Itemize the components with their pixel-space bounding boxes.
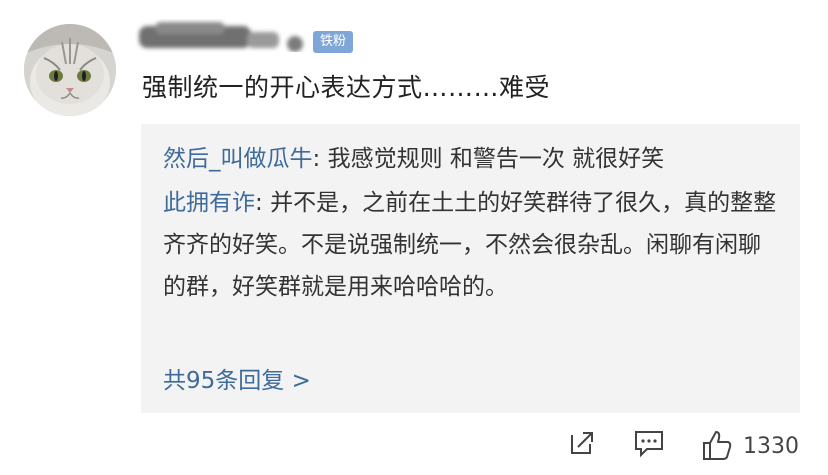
like-count: 1330: [743, 434, 799, 459]
reply-text: 我感觉规则 和警告一次 就很好笑: [327, 146, 665, 172]
username-redacted[interactable]: [135, 18, 315, 52]
redacted-scribble: [139, 22, 303, 52]
comment-text: 强制统一的开心表达方式………难受: [142, 73, 551, 102]
reply-item: 然后_叫做瓜牛: 我感觉规则 和警告一次 就很好笑: [163, 138, 783, 180]
action-bar: 1330: [0, 428, 828, 468]
thumbs-up-icon[interactable]: [700, 428, 734, 462]
replies-panel: 然后_叫做瓜牛: 我感觉规则 和警告一次 就很好笑 此拥有诈: 并不是，之前在土…: [141, 124, 800, 413]
avatar[interactable]: [24, 24, 116, 116]
share-icon[interactable]: [566, 428, 596, 458]
more-replies-link[interactable]: 共95条回复 >: [163, 361, 311, 395]
comment-icon[interactable]: [633, 428, 665, 458]
reply-author[interactable]: 此拥有诈: [163, 190, 255, 216]
cat-avatar-image: [24, 24, 116, 116]
reply-separator: :: [312, 146, 328, 172]
reply-item: 此拥有诈: 并不是，之前在土土的好笑群待了很久，真的整整齐齐的好笑。不是说强制统…: [163, 182, 783, 308]
reply-author[interactable]: 然后_叫做瓜牛: [163, 146, 313, 172]
reply-separator: :: [255, 190, 271, 216]
fan-badge: 铁粉: [313, 31, 354, 53]
